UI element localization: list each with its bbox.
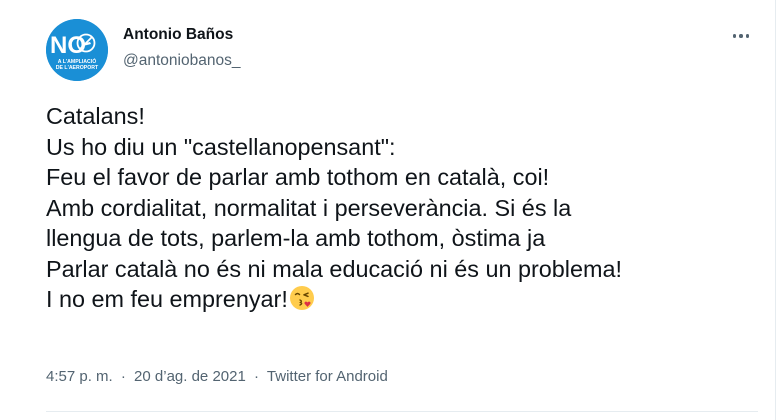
tweet-line: I no em feu emprenyar! [46,286,288,312]
author-name[interactable]: Antonio Baños [123,26,233,44]
more-dot [739,34,743,38]
tweet-source[interactable]: Twitter for Android [267,368,388,385]
tweet-line: Catalans! [46,103,145,129]
divider [46,411,758,412]
meta-separator: · [254,368,259,385]
meta-separator: · [120,368,126,385]
more-horizontal-icon[interactable] [724,24,758,48]
tweet-line: Parlar català no és ni mala educació ni … [46,255,622,282]
tweet-text: Catalans! Us ho diu un "castellanopensan… [46,101,771,319]
tweet-card: NO A L'AMPLIACIÓ DE L'AEROPORT Antonio B… [0,0,776,420]
tweet-last-line: I no em feu emprenyar! [46,284,771,319]
tweet-line: Amb cordialitat, normalitat i perseveràn… [46,194,572,221]
more-dot [745,34,750,38]
tweet-line: Feu el favor de parlar amb tothom en cat… [46,164,550,190]
no-ampliacio-aeroport-logo-icon: NO A L'AMPLIACIÓ DE L'AEROPORT [46,19,108,81]
more-dot [732,34,737,38]
tweet-meta: 4:57 p. m. · 20 d’ag. de 2021 · Twitter … [46,368,388,385]
avatar-caption-line2: DE L'AEROPORT [56,65,99,71]
tweet-date[interactable]: 20 d’ag. de 2021 [134,368,246,385]
tweet-line: Us ho diu un "castellanopensant": [46,133,396,160]
avatar[interactable]: NO A L'AMPLIACIÓ DE L'AEROPORT [46,19,108,81]
tweet-line: llengua de tots, parlem-la amb tothom, ò… [46,225,546,251]
avatar-caption-line1: A L'AMPLIACIÓ [58,57,97,65]
tweet-time[interactable]: 4:57 p. m. [46,368,113,385]
face-blowing-a-kiss-emoji-icon [289,285,315,319]
author-handle[interactable]: @antoniobanos_ [123,52,240,70]
